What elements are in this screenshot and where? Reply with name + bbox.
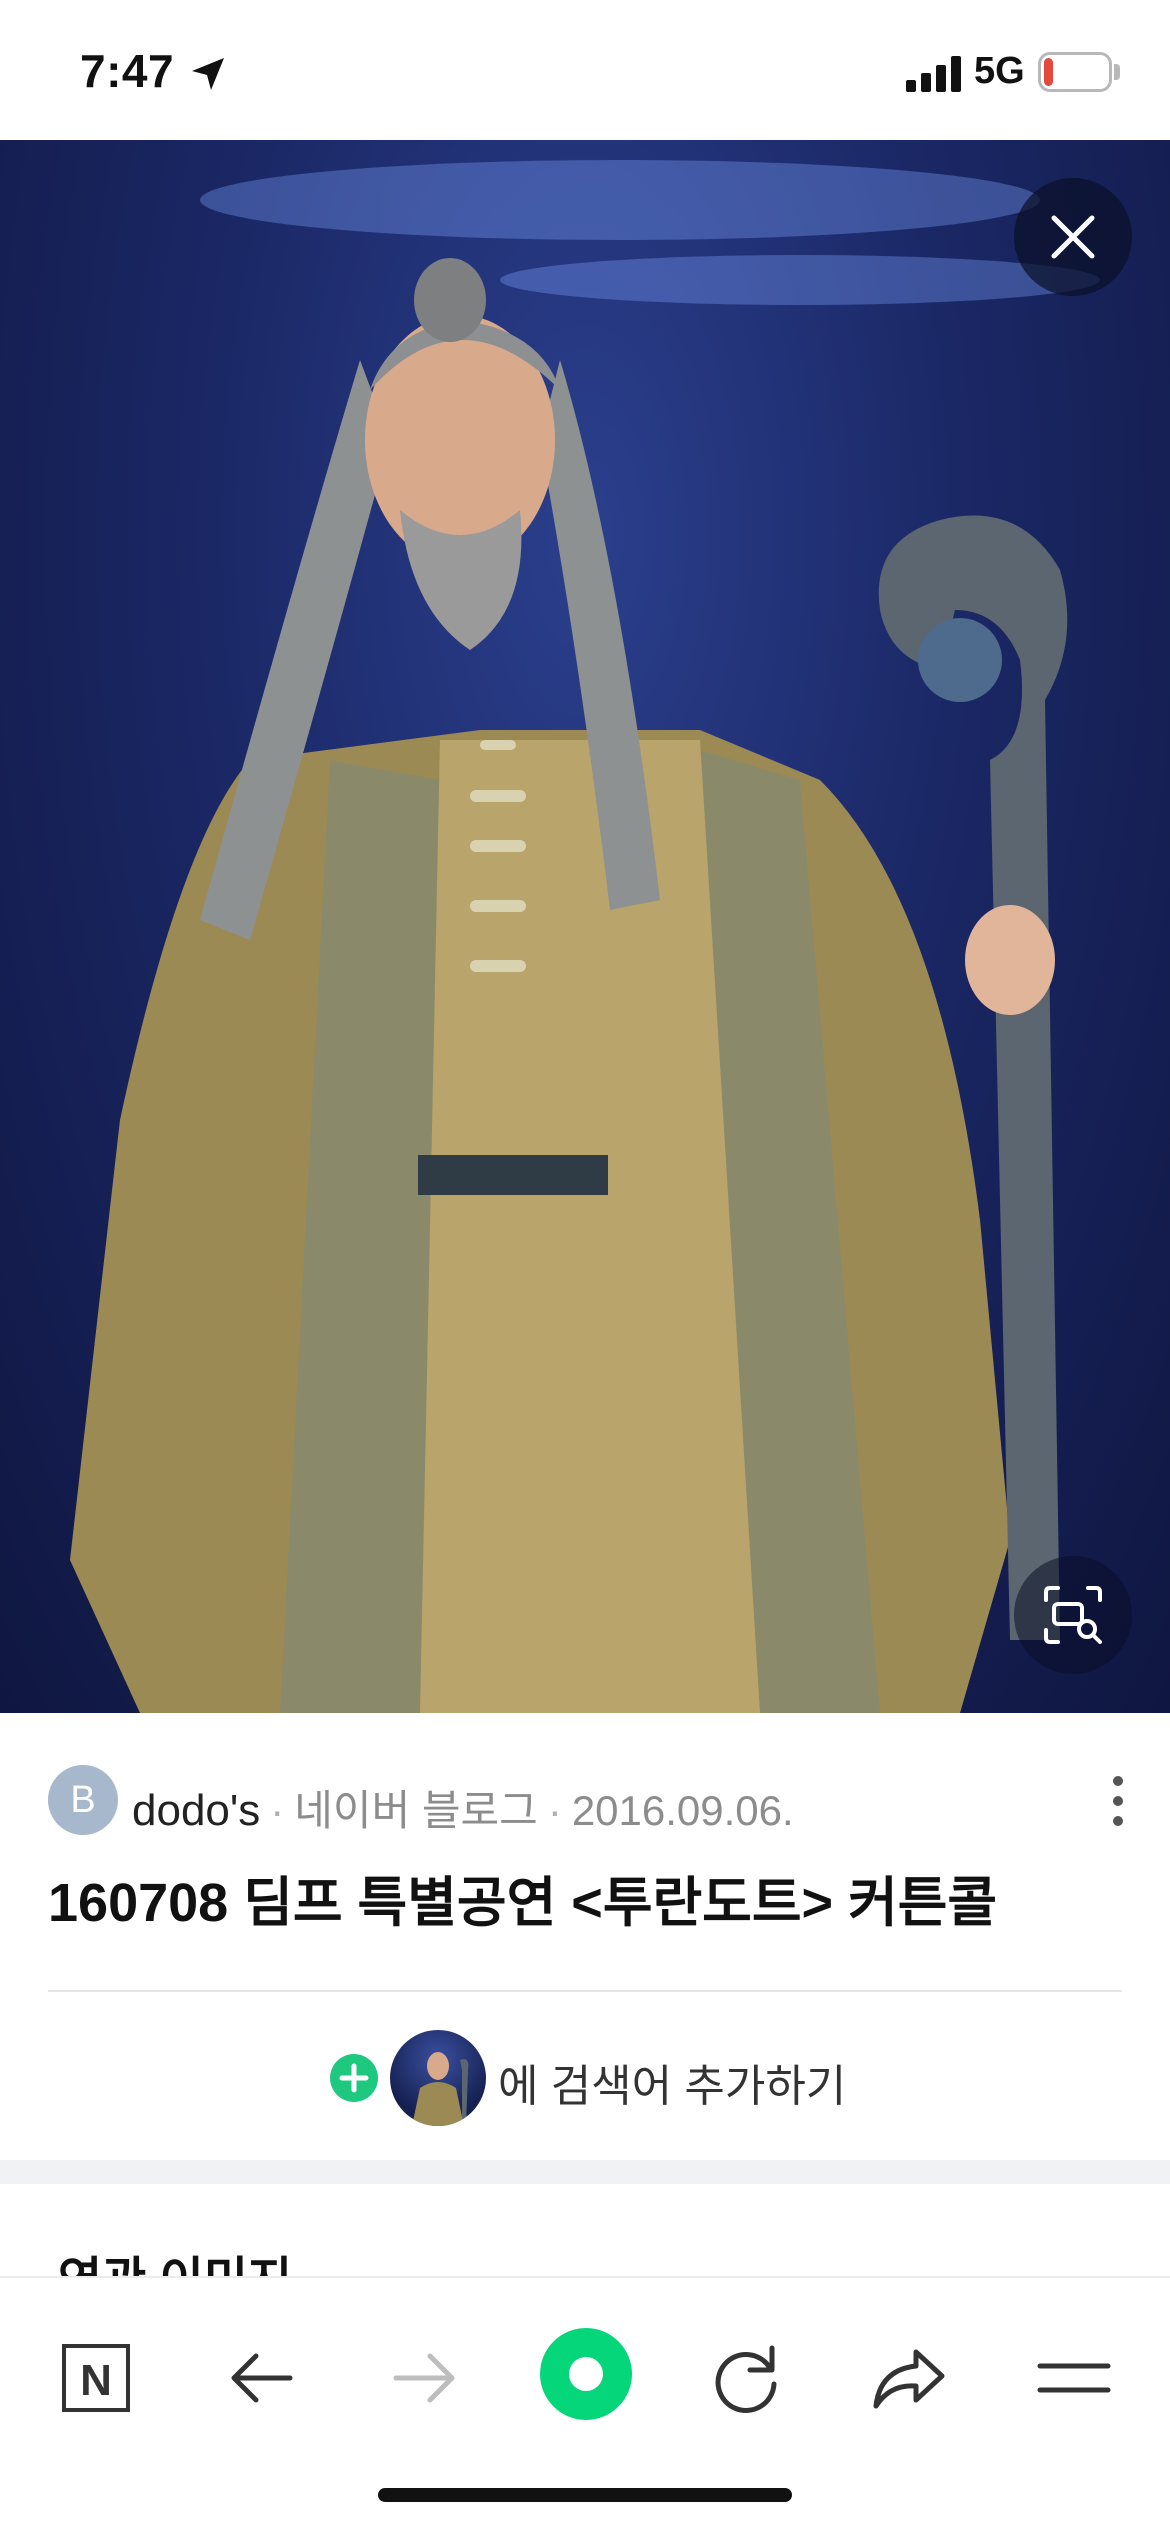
cell-signal-icon	[906, 56, 961, 92]
close-button[interactable]	[1014, 178, 1132, 296]
source-row: B dodo's · 네이버 블로그 · 2016.09.06.	[48, 1763, 1128, 1835]
add-search-row[interactable]: 에 검색어 추가하기	[0, 2026, 1170, 2126]
battery-icon: 15	[1038, 52, 1112, 92]
battery-percent: 15	[1059, 57, 1091, 88]
image-search-button[interactable]	[1014, 1556, 1132, 1674]
share-icon	[873, 2349, 945, 2409]
share-button[interactable]	[858, 2328, 958, 2428]
green-dot-icon	[569, 2357, 603, 2391]
image-search-icon	[1044, 1586, 1102, 1644]
refresh-button[interactable]	[696, 2328, 796, 2428]
separator: ·	[270, 1787, 285, 1834]
source-meta: dodo's · 네이버 블로그 · 2016.09.06.	[132, 1777, 794, 1838]
source-date: 2016.09.06.	[571, 1787, 794, 1834]
naver-home-icon: N	[62, 2344, 130, 2412]
battery-tip	[1114, 64, 1120, 80]
forward-button[interactable]	[376, 2328, 476, 2428]
green-dot-button[interactable]	[540, 2328, 632, 2420]
menu-button[interactable]	[1024, 2328, 1124, 2428]
close-icon	[1051, 215, 1095, 259]
divider	[48, 1990, 1122, 1992]
forward-arrow-icon	[393, 2353, 455, 2403]
home-indicator	[378, 2488, 792, 2502]
add-search-text: 에 검색어 추가하기	[498, 2062, 847, 2111]
back-button[interactable]	[212, 2328, 312, 2428]
status-time: 7:47	[80, 45, 175, 97]
separator: ·	[547, 1787, 562, 1834]
back-arrow-icon	[231, 2353, 293, 2403]
naver-home-button[interactable]: N	[50, 2328, 150, 2428]
refresh-icon	[715, 2345, 777, 2413]
menu-icon	[1037, 2363, 1111, 2393]
source-platform[interactable]: 네이버 블로그	[294, 1787, 538, 1834]
page-title[interactable]: 160708 딤프 특별공연 <투란도트> 커튼콜	[48, 1858, 997, 1937]
source-avatar[interactable]: B	[48, 1765, 118, 1835]
plus-icon	[330, 2054, 378, 2102]
source-name[interactable]: dodo's	[132, 1786, 260, 1835]
thumbnail	[390, 2030, 486, 2126]
main-photo[interactable]	[0, 140, 1170, 1713]
more-options-icon[interactable]	[1108, 1771, 1128, 1831]
network-label: 5G	[974, 50, 1025, 92]
status-bar: 7:47 5G 15	[0, 0, 1170, 140]
section-separator	[0, 2160, 1170, 2184]
naver-letter: N	[80, 2356, 112, 2405]
photo-illustration	[70, 160, 1100, 1713]
location-arrow-icon	[192, 58, 224, 90]
